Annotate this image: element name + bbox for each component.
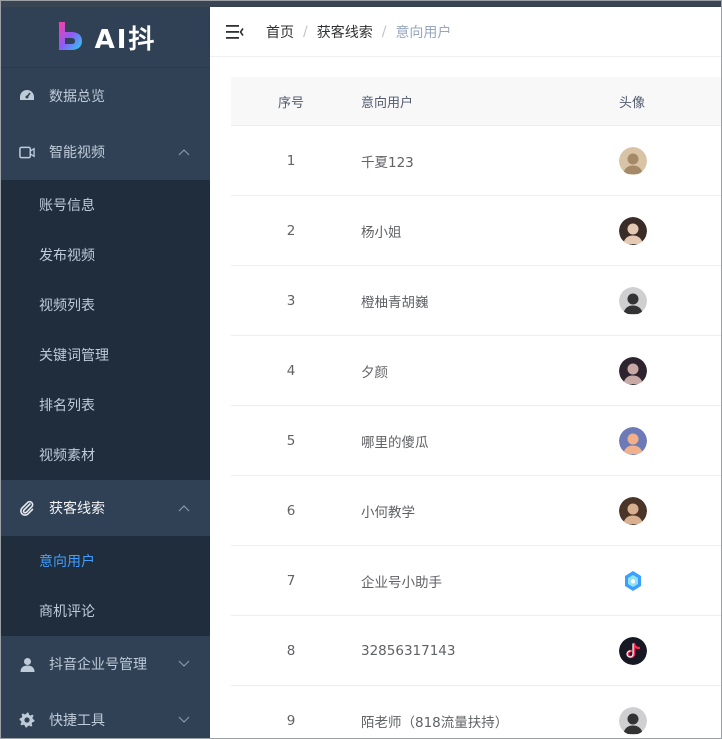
sidebar-item-enterprise-account[interactable]: 抖音企业号管理 <box>1 636 210 692</box>
table-row[interactable]: 8 32856317143 <box>231 616 721 686</box>
breadcrumb-current: 意向用户 <box>395 24 452 41</box>
sidebar-item-label: 获客线索 <box>49 501 105 517</box>
sidebar-item-video-list[interactable]: 视频列表 <box>1 280 210 330</box>
sidebar-item-publish-video[interactable]: 发布视频 <box>1 230 210 280</box>
app-window: AI抖 数据总览 智能视频 账号信息 发布视频 视频列表 关键词管理 排名列表 … <box>0 0 722 739</box>
user-avatar-icon <box>619 706 647 735</box>
user-icon <box>19 656 35 672</box>
chevron-down-icon <box>178 716 190 723</box>
cell-index: 4 <box>286 362 296 379</box>
cell-avatar <box>619 146 721 175</box>
cell-user: 企业号小助手 <box>361 574 442 591</box>
sidebar-item-ranking-list[interactable]: 排名列表 <box>1 380 210 430</box>
sidebar: AI抖 数据总览 智能视频 账号信息 发布视频 视频列表 关键词管理 排名列表 … <box>1 7 210 738</box>
user-avatar-icon <box>619 286 647 315</box>
cell-avatar <box>619 566 721 595</box>
breadcrumb-separator: / <box>381 23 387 40</box>
sidebar-item-intended-users[interactable]: 意向用户 <box>1 536 210 586</box>
table-row[interactable]: 3 橙柚青胡巍 <box>231 266 721 336</box>
sidebar-item-label: 智能视频 <box>49 145 105 161</box>
breadcrumb-leads[interactable]: 获客线索 <box>317 22 373 42</box>
cell-index: 8 <box>286 642 296 659</box>
dashboard-icon <box>19 88 35 104</box>
user-avatar-icon <box>619 356 647 385</box>
sidebar-item-keyword-management[interactable]: 关键词管理 <box>1 330 210 380</box>
cell-index: 6 <box>286 502 296 519</box>
cell-avatar <box>619 706 721 735</box>
cell-user: 小何教学 <box>361 504 415 521</box>
logo[interactable]: AI抖 <box>1 7 210 68</box>
cell-index: 9 <box>286 712 296 729</box>
video-icon <box>19 144 35 160</box>
cell-user: 陌老师（818流量扶持） <box>361 714 509 731</box>
sidebar-item-leads[interactable]: 获客线索 <box>1 480 210 536</box>
table-row[interactable]: 9 陌老师（818流量扶持） <box>231 686 721 738</box>
paperclip-icon <box>19 500 35 516</box>
submenu-leads: 意向用户 商机评论 <box>1 536 210 636</box>
sidebar-item-quick-tools[interactable]: 快捷工具 <box>1 692 210 738</box>
user-avatar-icon <box>619 146 647 175</box>
logo-mark-icon <box>58 22 82 50</box>
table-header: 序号 意向用户 头像 <box>231 77 721 126</box>
cell-user: 32856317143 <box>361 642 456 659</box>
cell-user: 杨小姐 <box>361 224 402 241</box>
intended-users-table: 序号 意向用户 头像 1 千夏123 2 杨小姐 3 橙柚青胡巍 4 夕颜 5 哪里的傻瓜 6 小何教… <box>231 77 721 738</box>
sidebar-item-opportunity-comments[interactable]: 商机评论 <box>1 586 210 636</box>
cell-user: 夕颜 <box>361 364 388 381</box>
cell-avatar <box>619 356 721 385</box>
cell-avatar <box>619 496 721 525</box>
cell-index: 7 <box>286 572 296 589</box>
cell-index: 3 <box>286 292 296 309</box>
table-body: 1 千夏123 2 杨小姐 3 橙柚青胡巍 4 夕颜 5 哪里的傻瓜 6 小何教学 7 企业号小助手 8 32… <box>231 126 721 738</box>
user-avatar-icon <box>619 426 647 455</box>
table-row[interactable]: 1 千夏123 <box>231 126 721 196</box>
cell-avatar <box>619 286 721 315</box>
chevron-up-icon <box>178 505 190 512</box>
user-avatar-icon <box>619 496 647 525</box>
cell-user: 千夏123 <box>361 154 414 171</box>
column-header-index: 序号 <box>277 95 304 111</box>
sidebar-item-label: 数据总览 <box>49 89 105 105</box>
cell-avatar <box>619 216 721 245</box>
submenu-smart-video: 账号信息 发布视频 视频列表 关键词管理 排名列表 视频素材 <box>1 180 210 480</box>
cell-index: 2 <box>286 222 296 239</box>
column-header-avatar: 头像 <box>619 95 646 111</box>
gear-icon <box>19 712 35 728</box>
breadcrumb-home[interactable]: 首页 <box>266 22 294 42</box>
logo-text: AI抖 <box>94 24 157 55</box>
main-content: 序号 意向用户 头像 1 千夏123 2 杨小姐 3 橙柚青胡巍 4 夕颜 5 哪里的傻瓜 6 小何教… <box>210 57 721 738</box>
cell-avatar <box>619 426 721 455</box>
table-row[interactable]: 4 夕颜 <box>231 336 721 406</box>
chevron-down-icon <box>178 660 190 667</box>
column-header-user: 意向用户 <box>361 95 414 111</box>
sidebar-item-video-material[interactable]: 视频素材 <box>1 430 210 480</box>
sidebar-item-smart-video[interactable]: 智能视频 <box>1 124 210 180</box>
chevron-up-icon <box>178 149 190 156</box>
top-navbar: 首页 / 获客线索 / 意向用户 <box>210 7 721 57</box>
cell-index: 1 <box>286 152 296 169</box>
user-avatar-icon <box>619 216 647 245</box>
breadcrumb-separator: / <box>303 23 308 40</box>
douyin-logo-icon <box>619 636 647 665</box>
sidebar-item-account-info[interactable]: 账号信息 <box>1 180 210 230</box>
sidebar-item-label: 抖音企业号管理 <box>49 657 147 673</box>
cell-user: 哪里的傻瓜 <box>361 434 429 451</box>
cell-user: 橙柚青胡巍 <box>361 294 429 311</box>
sidebar-item-label: 快捷工具 <box>49 713 105 729</box>
hamburger-icon[interactable] <box>226 24 244 40</box>
table-row[interactable]: 7 企业号小助手 <box>231 546 721 616</box>
table-row[interactable]: 6 小何教学 <box>231 476 721 546</box>
cell-avatar <box>619 636 721 665</box>
cell-index: 5 <box>286 432 296 449</box>
sidebar-item-overview[interactable]: 数据总览 <box>1 68 210 124</box>
enterprise-assistant-logo-icon <box>619 566 647 595</box>
table-row[interactable]: 2 杨小姐 <box>231 196 721 266</box>
table-row[interactable]: 5 哪里的傻瓜 <box>231 406 721 476</box>
